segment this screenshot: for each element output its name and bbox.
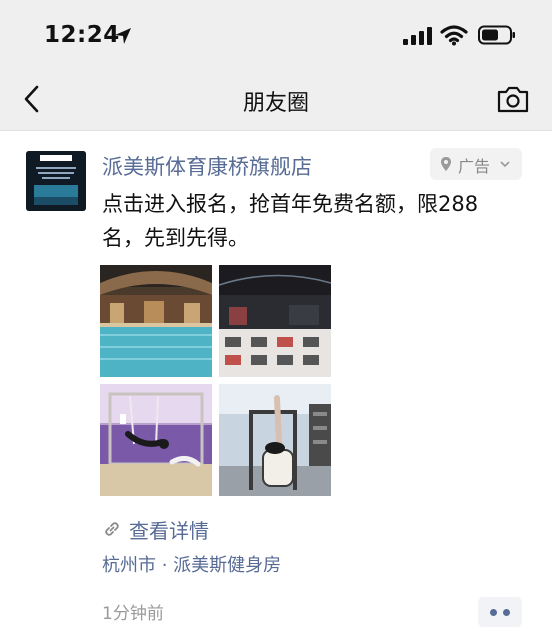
post-image-pilates[interactable] [219, 384, 331, 496]
post-image-pool[interactable] [100, 265, 212, 377]
wifi-icon [440, 25, 468, 46]
indoor-pool-photo-icon [100, 265, 212, 377]
pilates-reformer-photo-icon [219, 384, 331, 496]
aerial-yoga-photo-icon [100, 384, 212, 496]
moments-post: 派美斯体育康桥旗舰店 广告 点击进入报名，抢首年免费名额，限288名，先到先得。 [0, 131, 552, 640]
view-details-label: 查看详情 [129, 519, 209, 543]
nav-bar: 朋友圈 [0, 70, 552, 131]
chevron-down-icon [500, 161, 510, 168]
post-location[interactable]: 杭州市 · 派美斯健身房 [102, 551, 281, 577]
page-title: 朋友圈 [242, 91, 309, 116]
location-arrow-icon [115, 28, 131, 44]
brand-logo-icon [26, 151, 86, 211]
more-dot-icon [503, 609, 510, 616]
post-author[interactable]: 派美斯体育康桥旗舰店 [102, 151, 312, 181]
post-text: 点击进入报名，抢首年免费名额，限288名，先到先得。 [102, 192, 479, 250]
camera-icon[interactable] [496, 84, 530, 114]
ad-badge[interactable]: 广告 [430, 148, 522, 180]
gym-floor-photo-icon [219, 265, 331, 377]
cellular-signal-icon [403, 27, 432, 45]
post-timestamp: 1分钟前 [102, 604, 164, 624]
status-time: 12:24 [44, 22, 120, 48]
battery-icon [478, 25, 515, 45]
more-actions-button[interactable] [478, 597, 522, 627]
avatar[interactable] [26, 151, 86, 211]
location-pin-icon [441, 157, 451, 171]
more-dot-icon [490, 609, 497, 616]
post-image-gym[interactable] [219, 265, 331, 377]
ad-label: 广告 [458, 157, 491, 176]
post-image-aerial-yoga[interactable] [100, 384, 212, 496]
link-icon [105, 522, 119, 536]
status-bar: 12:24 [0, 0, 552, 70]
